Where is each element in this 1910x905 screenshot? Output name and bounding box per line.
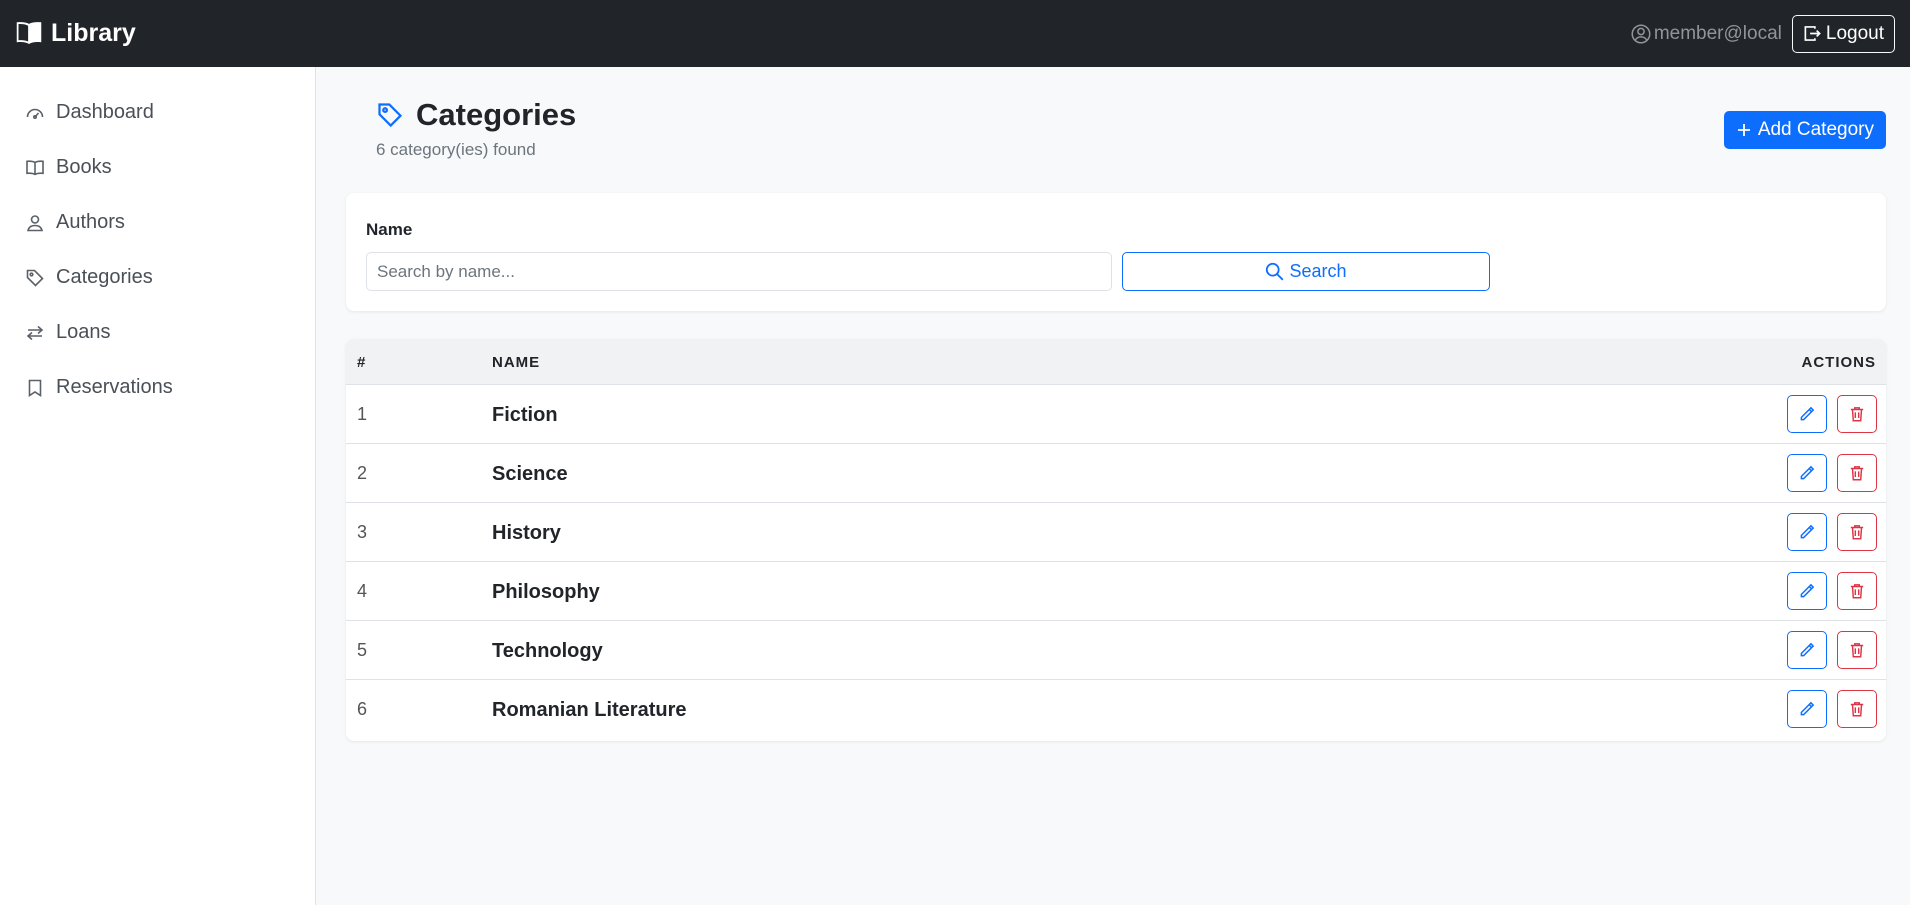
current-user: member@local xyxy=(1631,23,1782,45)
sidebar-item-authors[interactable]: Authors xyxy=(0,195,315,250)
navbar-right: member@local Logout xyxy=(1631,14,1895,53)
trash-icon xyxy=(1848,700,1866,718)
page-title-label: Categories xyxy=(416,97,577,132)
name-filter-label: Name xyxy=(366,220,413,239)
category-name: Fiction xyxy=(492,404,558,426)
table-row: 4 Philosophy xyxy=(346,562,1886,621)
trash-icon xyxy=(1848,582,1866,600)
arrows-icon xyxy=(26,325,44,340)
sidebar-item-label: Books xyxy=(56,156,112,178)
edit-button[interactable] xyxy=(1787,690,1827,728)
search-label: Search xyxy=(1289,261,1347,281)
sidebar-item-label: Reservations xyxy=(56,376,173,398)
delete-button[interactable] xyxy=(1837,690,1877,728)
trash-icon xyxy=(1848,464,1866,482)
edit-button[interactable] xyxy=(1787,572,1827,610)
logout-label: Logout xyxy=(1825,22,1884,44)
delete-button[interactable] xyxy=(1837,513,1877,551)
column-header-name: NAME xyxy=(492,354,541,371)
sidebar-item-books[interactable]: Books xyxy=(0,140,315,195)
categories-table: # NAME ACTIONS 1 Fiction 2 Science 3 History 4… xyxy=(346,339,1886,741)
row-number: 5 xyxy=(357,640,368,660)
tag-icon xyxy=(378,103,403,128)
category-name: Science xyxy=(492,463,568,485)
brand[interactable]: Library xyxy=(15,19,136,48)
page-header: Categories 6 category(ies) found xyxy=(346,67,1886,193)
trash-icon xyxy=(1848,405,1866,423)
table-row: 3 History xyxy=(346,503,1886,562)
search-icon xyxy=(1266,262,1284,281)
table-row: 5 Technology xyxy=(346,621,1886,680)
edit-button[interactable] xyxy=(1787,454,1827,492)
result-count: 6 category(ies) found xyxy=(376,140,536,159)
edit-button[interactable] xyxy=(1787,395,1827,433)
bookmark-icon xyxy=(28,379,42,397)
user-email: member@local xyxy=(1653,22,1782,44)
row-number: 3 xyxy=(357,522,368,542)
tag-icon xyxy=(26,269,44,287)
row-number: 6 xyxy=(357,699,368,719)
sidebar-item-label: Authors xyxy=(56,211,125,233)
sidebar-item-label: Loans xyxy=(56,321,111,343)
table-body: 1 Fiction 2 Science 3 History 4 Philosophy 5 Tech… xyxy=(346,385,1886,739)
logout-button[interactable]: Logout xyxy=(1791,14,1895,53)
column-header-actions: ACTIONS xyxy=(1801,354,1876,371)
person-icon xyxy=(26,214,44,231)
sidebar: Dashboard Books Authors Categories Loans… xyxy=(0,67,316,905)
pencil-icon xyxy=(1798,523,1816,541)
plus-icon xyxy=(1737,124,1750,136)
delete-button[interactable] xyxy=(1837,631,1877,669)
delete-button[interactable] xyxy=(1837,572,1877,610)
table-header: # NAME ACTIONS xyxy=(346,339,1886,385)
add-category-label: Add Category xyxy=(1757,119,1874,140)
logout-icon xyxy=(1804,26,1821,41)
row-number: 1 xyxy=(357,404,368,424)
sidebar-item-reservations[interactable]: Reservations xyxy=(0,360,315,415)
pencil-icon xyxy=(1798,464,1816,482)
table-row: 1 Fiction xyxy=(346,385,1886,444)
trash-icon xyxy=(1848,523,1866,541)
filter-card: Name Search xyxy=(346,193,1886,311)
person-circle-icon xyxy=(1631,24,1651,43)
search-button[interactable]: Search xyxy=(1122,252,1490,291)
add-category-button[interactable]: Add Category xyxy=(1723,111,1886,149)
book-icon xyxy=(26,159,44,175)
pencil-icon xyxy=(1798,641,1816,659)
brand-label: Library xyxy=(51,19,136,47)
pencil-icon xyxy=(1798,582,1816,600)
speedometer-icon xyxy=(26,108,44,119)
top-navbar: Library member@local Logout xyxy=(0,0,1910,67)
name-search-input[interactable] xyxy=(366,252,1112,291)
page-title: Categories xyxy=(376,97,576,133)
edit-button[interactable] xyxy=(1787,631,1827,669)
delete-button[interactable] xyxy=(1837,454,1877,492)
category-name: History xyxy=(492,522,561,544)
main-content: Categories 6 category(ies) found Add Cat… xyxy=(316,67,1910,905)
sidebar-item-dashboard[interactable]: Dashboard xyxy=(0,85,315,140)
sidebar-item-loans[interactable]: Loans xyxy=(0,305,315,360)
category-name: Technology xyxy=(492,640,603,662)
row-number: 2 xyxy=(357,463,368,483)
category-name: Philosophy xyxy=(492,581,600,603)
sidebar-item-label: Categories xyxy=(56,266,153,288)
edit-button[interactable] xyxy=(1787,513,1827,551)
delete-button[interactable] xyxy=(1837,395,1877,433)
book-open-icon xyxy=(16,21,42,44)
row-number: 4 xyxy=(357,581,368,601)
sidebar-item-label: Dashboard xyxy=(56,101,154,123)
column-header-number: # xyxy=(357,354,367,371)
table-row: 2 Science xyxy=(346,444,1886,503)
pencil-icon xyxy=(1798,700,1816,718)
category-name: Romanian Literature xyxy=(492,699,687,721)
table-row: 6 Romanian Literature xyxy=(346,680,1886,739)
trash-icon xyxy=(1848,641,1866,659)
pencil-icon xyxy=(1798,405,1816,423)
sidebar-item-categories[interactable]: Categories xyxy=(0,250,315,305)
